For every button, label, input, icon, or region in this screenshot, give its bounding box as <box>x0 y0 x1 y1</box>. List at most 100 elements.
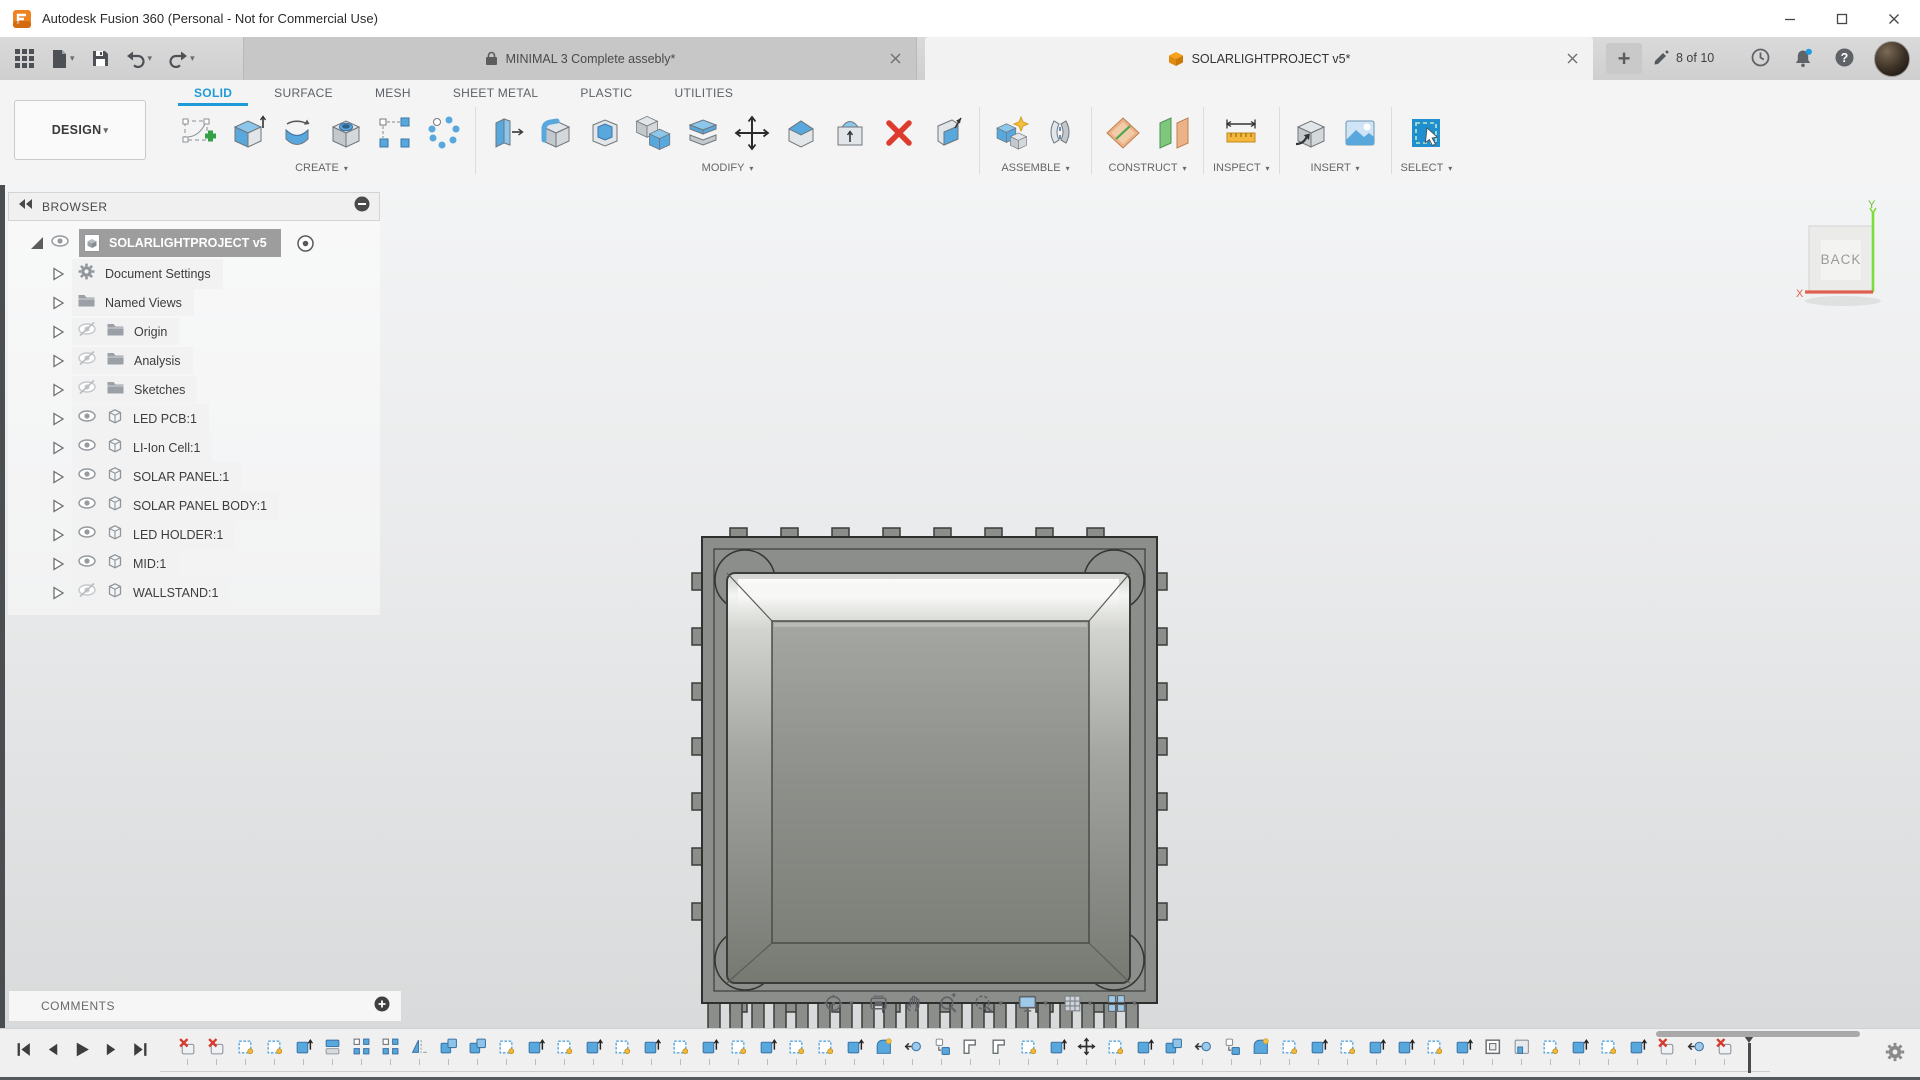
browser-item[interactable]: Named Views <box>8 288 380 317</box>
timeline-feature-mirror[interactable] <box>410 1037 430 1057</box>
timeline-feature-sketch[interactable] <box>613 1037 633 1057</box>
visibility-hidden-icon[interactable] <box>77 379 97 400</box>
delete-icon[interactable] <box>877 110 921 156</box>
timeline-feature-extrude[interactable] <box>584 1037 604 1057</box>
browser-item-label[interactable]: LED HOLDER:1 <box>133 528 223 542</box>
expand-arrow-icon[interactable] <box>48 527 68 543</box>
construction-plane-icon[interactable] <box>1101 110 1145 156</box>
pan-tool[interactable] <box>900 993 927 1014</box>
timeline-feature-sketch[interactable] <box>1019 1037 1039 1057</box>
maximize-button[interactable] <box>1816 0 1868 37</box>
timeline-feature-extrude[interactable] <box>1570 1037 1590 1057</box>
browser-item-label[interactable]: Named Views <box>105 296 182 310</box>
timeline-feature-extrude[interactable] <box>294 1037 314 1057</box>
timeline-feature-corner[interactable] <box>990 1037 1010 1057</box>
emboss-icon[interactable] <box>828 110 872 156</box>
chamfer-icon[interactable] <box>779 110 823 156</box>
expand-arrow-icon[interactable] <box>48 440 68 456</box>
expand-arrow-icon[interactable] <box>48 411 68 427</box>
display-settings-tool[interactable]: ▾ <box>1014 993 1051 1014</box>
timeline-feature-combine[interactable] <box>468 1037 488 1057</box>
timeline-feature-snap[interactable] <box>1222 1037 1242 1057</box>
browser-item-label[interactable]: Analysis <box>134 354 181 368</box>
create-sketch-icon[interactable] <box>177 110 221 156</box>
ribbon-group-label[interactable]: MODIFY ▾ <box>702 162 754 174</box>
document-tab-solarlightproject[interactable]: SOLARLIGHTPROJECT v5* <box>925 37 1593 80</box>
timeline-feature-sketch[interactable] <box>1106 1037 1126 1057</box>
file-button[interactable]: ▾ <box>45 44 80 74</box>
save-button[interactable] <box>86 44 115 74</box>
timeline-feature-fillet[interactable] <box>874 1037 894 1057</box>
browser-item[interactable]: Sketches <box>8 375 380 404</box>
replace-face-icon[interactable] <box>926 110 970 156</box>
press-pull-icon[interactable] <box>485 110 529 156</box>
browser-item-label[interactable]: WALLSTAND:1 <box>133 586 218 600</box>
step-back-button[interactable] <box>41 1038 63 1060</box>
timeline-feature-sketch[interactable] <box>497 1037 517 1057</box>
ribbon-group-label[interactable]: INSPECT ▾ <box>1213 162 1270 174</box>
timeline-feature-component-x[interactable] <box>207 1037 227 1057</box>
timeline-feature-sketch[interactable] <box>1280 1037 1300 1057</box>
expand-arrow-icon[interactable] <box>48 266 68 282</box>
browser-item[interactable]: LI-Ion Cell:1 <box>8 433 380 462</box>
browser-item-label[interactable]: LI-Ion Cell:1 <box>133 441 200 455</box>
close-tab-icon[interactable] <box>887 50 903 66</box>
timeline-feature-sketch[interactable] <box>1338 1037 1358 1057</box>
expand-arrow-icon[interactable] <box>26 235 46 251</box>
timeline-feature-extrude[interactable] <box>1454 1037 1474 1057</box>
expand-arrow-icon[interactable] <box>48 498 68 514</box>
joint-icon[interactable] <box>1038 110 1082 156</box>
split-body-icon[interactable] <box>681 110 725 156</box>
app-grid-button[interactable] <box>10 44 39 74</box>
timeline-feature-frame[interactable] <box>1483 1037 1503 1057</box>
timeline-feature-combine[interactable] <box>439 1037 459 1057</box>
close-button[interactable] <box>1868 0 1920 37</box>
browser-item-label[interactable]: LED PCB:1 <box>133 412 197 426</box>
browser-item-label[interactable]: SOLAR PANEL:1 <box>133 470 229 484</box>
expand-arrow-icon[interactable] <box>48 469 68 485</box>
timeline-feature-reverse[interactable] <box>1686 1037 1706 1057</box>
browser-item[interactable]: WALLSTAND:1 <box>8 578 380 607</box>
visibility-visible-icon[interactable] <box>77 524 97 545</box>
document-tab-minimal[interactable]: MINIMAL 3 Complete assebly* <box>243 37 917 80</box>
workspace-selector[interactable]: DESIGN ▾ <box>14 100 146 160</box>
view-cube[interactable]: BACK Y X <box>1795 198 1910 313</box>
ribbon-group-label[interactable]: CONSTRUCT ▾ <box>1109 162 1187 174</box>
ribbon-tab-mesh[interactable]: MESH <box>359 80 427 106</box>
user-avatar[interactable] <box>1874 41 1910 77</box>
move-copy-icon[interactable] <box>730 110 774 156</box>
timeline-feature-sketch[interactable] <box>1425 1037 1445 1057</box>
expand-arrow-icon[interactable] <box>48 556 68 572</box>
timeline-feature-extrude[interactable] <box>1048 1037 1068 1057</box>
help-icon[interactable]: ? <box>1834 47 1855 73</box>
layout-grid-tool[interactable]: ▾ <box>1059 993 1096 1014</box>
browser-item[interactable]: SOLAR PANEL BODY:1 <box>8 491 380 520</box>
browser-item[interactable]: Origin <box>8 317 380 346</box>
go-to-start-button[interactable] <box>12 1038 34 1060</box>
ribbon-group-label[interactable]: CREATE ▾ <box>295 162 348 174</box>
undo-button[interactable]: ▾ <box>121 44 158 74</box>
expand-arrow-icon[interactable] <box>48 585 68 601</box>
expand-arrow-icon[interactable] <box>48 382 68 398</box>
step-forward-button[interactable] <box>99 1038 121 1060</box>
activate-component-radio[interactable] <box>296 234 315 253</box>
measure-icon[interactable] <box>1219 110 1263 156</box>
timeline-feature-extrude[interactable] <box>700 1037 720 1057</box>
shell-icon[interactable] <box>583 110 627 156</box>
timeline-feature-corner[interactable] <box>961 1037 981 1057</box>
new-tab-button[interactable]: + <box>1606 43 1642 74</box>
expand-arrow-icon[interactable] <box>48 295 68 311</box>
clock-icon[interactable] <box>1750 47 1771 73</box>
timeline-feature-snap[interactable] <box>932 1037 952 1057</box>
visibility-eye-icon[interactable] <box>50 233 70 254</box>
insert-canvas-icon[interactable] <box>1338 110 1382 156</box>
timeline-feature-extrude[interactable] <box>845 1037 865 1057</box>
visibility-visible-icon[interactable] <box>77 553 97 574</box>
viewports-tool[interactable]: ▾ <box>1103 993 1140 1014</box>
ribbon-group-label[interactable]: ASSEMBLE ▾ <box>1001 162 1069 174</box>
ribbon-tab-sheet-metal[interactable]: SHEET METAL <box>437 80 555 106</box>
zoom-tool[interactable] <box>935 993 962 1014</box>
ribbon-tab-plastic[interactable]: PLASTIC <box>564 80 648 106</box>
timeline-feature-sketch[interactable] <box>265 1037 285 1057</box>
go-to-end-button[interactable] <box>128 1038 150 1060</box>
